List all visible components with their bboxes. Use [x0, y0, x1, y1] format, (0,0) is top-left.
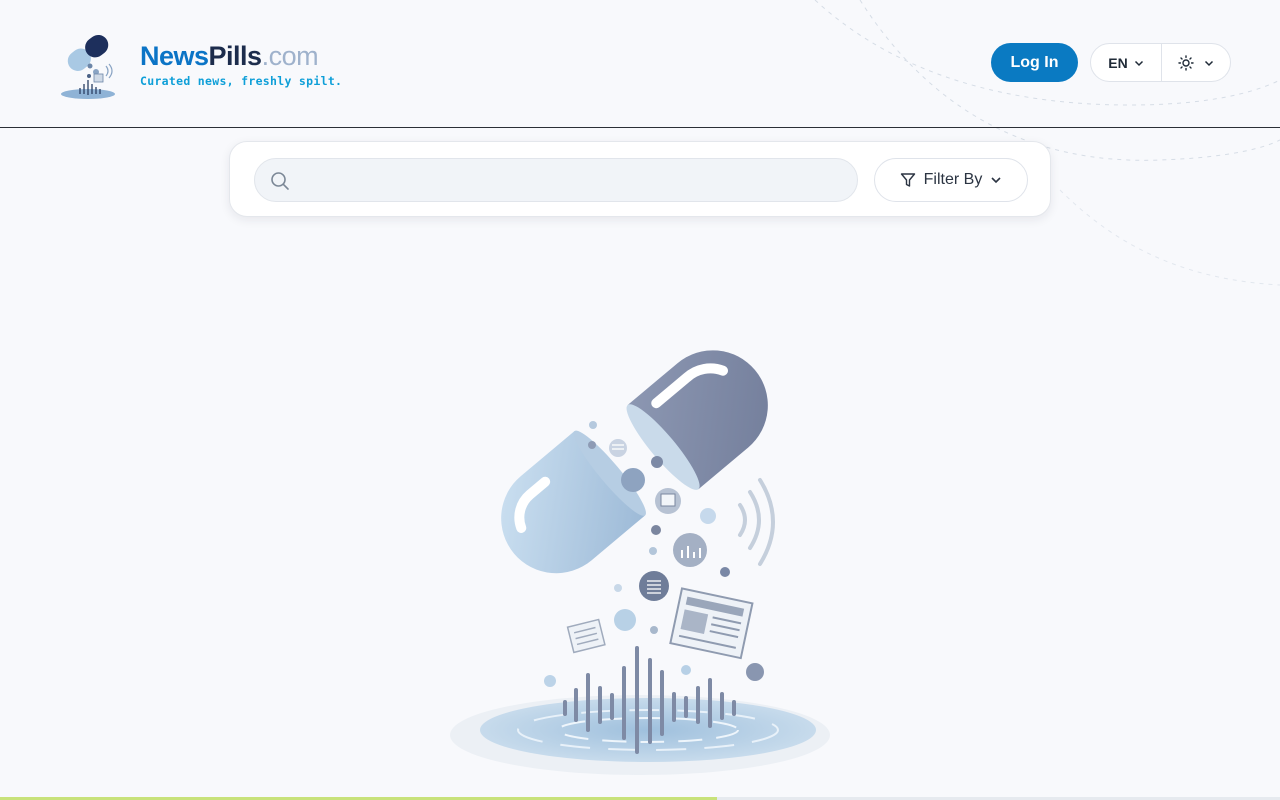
- filter-icon: [900, 173, 915, 187]
- brand-tagline: Curated news, freshly spilt.: [140, 74, 343, 88]
- chevron-down-icon: [1204, 60, 1214, 66]
- brand[interactable]: NewsPills.com Curated news, freshly spil…: [140, 40, 342, 88]
- search-field[interactable]: [254, 158, 858, 203]
- brand-name-tld: .com: [261, 41, 319, 71]
- theme-selector[interactable]: [1162, 44, 1230, 81]
- preferences-group: EN: [1090, 43, 1231, 82]
- search-input[interactable]: [301, 159, 845, 203]
- chevron-down-icon: [991, 177, 1001, 184]
- site-header: NewsPills.com Curated news, freshly spil…: [0, 0, 1280, 128]
- brand-name-pills: Pills: [208, 41, 263, 71]
- login-button[interactable]: Log In: [991, 43, 1078, 82]
- filter-by-button[interactable]: Filter By: [874, 158, 1028, 202]
- language-selector[interactable]: EN: [1091, 44, 1162, 81]
- language-label: EN: [1108, 54, 1128, 71]
- brand-name: NewsPills.com: [140, 40, 342, 72]
- brand-name-news: News: [140, 41, 209, 71]
- chevron-down-icon: [1134, 60, 1143, 66]
- filter-by-label: Filter By: [923, 171, 983, 188]
- sun-icon: [1178, 54, 1194, 71]
- newspills-logo-icon[interactable]: [56, 22, 120, 102]
- pill-spilling-news-illustration: [450, 350, 830, 775]
- search-icon: [271, 172, 289, 190]
- search-card: Filter By: [229, 141, 1051, 217]
